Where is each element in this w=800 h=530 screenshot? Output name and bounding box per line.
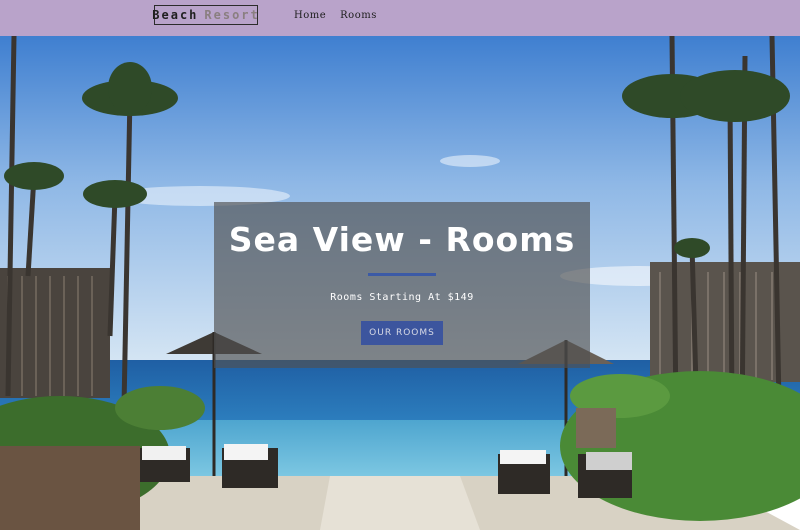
logo-text-resort: Resort [204,8,260,22]
logo-text-beach: Beach [152,8,199,22]
site-logo[interactable]: Beach Resort [152,5,260,25]
our-rooms-button[interactable]: OUR ROOMS [361,321,443,345]
hero-banner: Sea View - Rooms Rooms Starting At $149 … [214,202,590,368]
nav-links: Home Rooms [294,10,377,21]
navbar: Beach Resort Home Rooms [0,0,800,36]
title-underline [368,273,436,276]
nav-link-home[interactable]: Home [294,10,326,21]
hero-image: Sea View - Rooms Rooms Starting At $149 … [0,36,800,530]
nav-link-rooms[interactable]: Rooms [340,10,377,21]
hero-subtitle: Rooms Starting At $149 [330,292,474,303]
hero-title: Sea View - Rooms [228,220,576,259]
